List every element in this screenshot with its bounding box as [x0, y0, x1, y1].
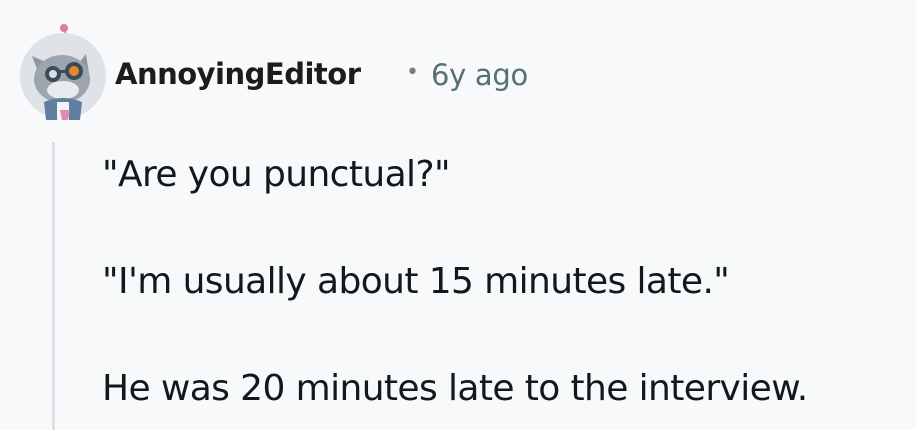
thread-line[interactable] [52, 142, 55, 430]
comment-paragraph: "I'm usually about 15 minutes late." [102, 261, 730, 302]
comment-paragraph: "Are you punctual?" [102, 154, 451, 195]
user-avatar-icon[interactable] [20, 24, 110, 120]
comment-paragraph: He was 20 minutes late to the interview. [102, 368, 808, 409]
comment: AnnoyingEditor • 6y ago "Are you punctua… [0, 0, 916, 430]
author-username[interactable]: AnnoyingEditor [115, 60, 361, 89]
comment-timestamp[interactable]: 6y ago [431, 61, 528, 90]
meta-separator: • [406, 60, 419, 85]
